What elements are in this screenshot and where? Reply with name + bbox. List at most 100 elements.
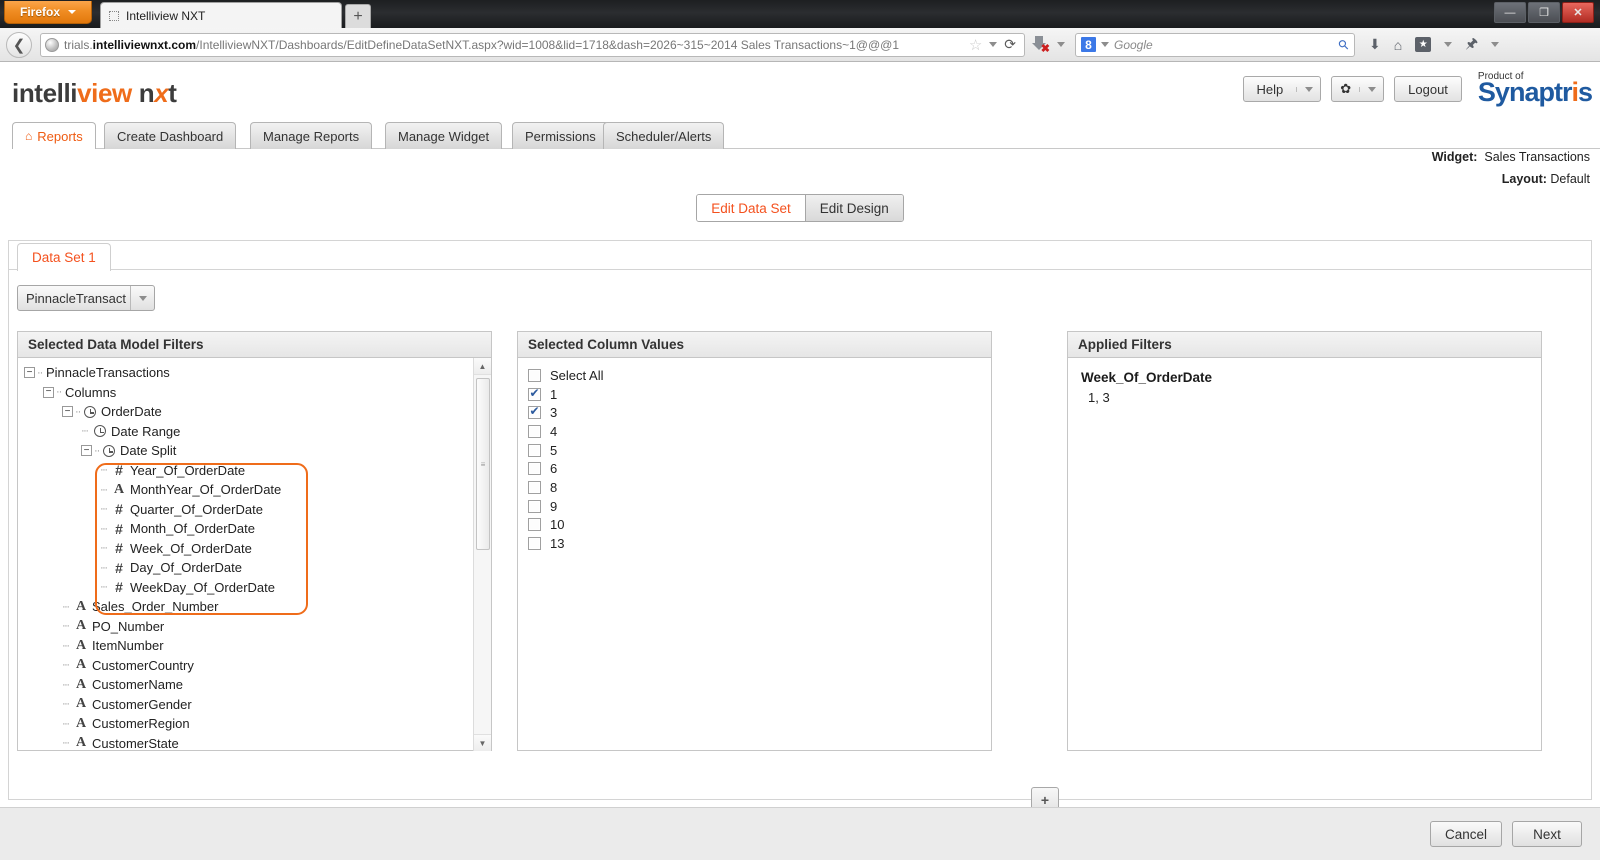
logout-button[interactable]: Logout [1394,76,1462,102]
tree-node-label: OrderDate [101,404,162,419]
tree-node[interactable]: ···ACustomerName [24,675,472,695]
column-value-row[interactable]: 8 [528,478,991,497]
checkbox[interactable] [528,518,541,531]
checkbox[interactable] [528,406,541,419]
tree-node[interactable]: ···AMonthYear_Of_OrderDate [24,480,472,500]
bookmark-star-icon[interactable]: ☆ [969,36,982,54]
download-dropdown-icon[interactable] [1057,42,1065,47]
tab-permissions[interactable]: Permissions [512,122,609,149]
tree-node[interactable]: ···ACustomerRegion [24,714,472,734]
alpha-icon: A [75,735,87,751]
next-button[interactable]: Next [1512,821,1582,847]
bookmarks-icon[interactable]: ★ [1415,37,1431,52]
chevron-down-icon[interactable] [989,42,997,47]
tree-node[interactable]: ···#Quarter_Of_OrderDate [24,500,472,520]
settings-button[interactable]: ✿ [1331,76,1384,102]
tree-expander-icon[interactable]: − [81,445,92,456]
scrollbar-thumb[interactable]: ≡ [476,378,490,550]
tab-data-set-1[interactable]: Data Set 1 [17,243,111,271]
tree-expander-icon[interactable]: − [62,406,73,417]
column-value-row[interactable]: 5 [528,441,991,460]
browser-tab[interactable]: Intelliview NXT [100,2,342,28]
tree-node[interactable]: ···ASales_Order_Number [24,597,472,617]
tab-create-dashboard[interactable]: Create Dashboard [104,122,236,149]
scroll-up-icon[interactable]: ▲ [474,358,491,375]
chevron-down-icon[interactable] [1359,87,1383,92]
data-model-tree: −··PinnacleTransactions−··Columns−··Orde… [18,358,472,751]
tree-node[interactable]: ···ACustomerCountry [24,656,472,676]
tree-node-label: ItemNumber [92,638,164,653]
home-icon[interactable]: ⌂ [1394,37,1402,53]
restore-button[interactable]: ❐ [1528,2,1560,23]
column-value-row[interactable]: 9 [528,497,991,516]
edit-data-set-button[interactable]: Edit Data Set [697,195,805,221]
chevron-down-icon[interactable] [1296,87,1320,92]
chevron-down-icon[interactable] [130,286,154,310]
search-engine-chevron-icon[interactable] [1101,42,1109,47]
search-icon[interactable]: ⚲ [1335,35,1353,53]
tab-label: Permissions [525,129,596,144]
tree-node[interactable]: ···#Year_Of_OrderDate [24,461,472,481]
clock-icon [84,406,96,418]
checkbox[interactable] [528,444,541,457]
checkbox[interactable] [528,500,541,513]
checkbox[interactable] [528,537,541,550]
scroll-down-icon[interactable]: ▼ [474,734,491,751]
downloads-icon[interactable]: ⬇ [1369,36,1381,53]
checkbox[interactable] [528,481,541,494]
tree-node[interactable]: ···ACustomerGender [24,695,472,715]
tab-label: Create Dashboard [117,129,223,144]
checkbox[interactable] [528,425,541,438]
address-bar[interactable]: trials.intelliviewnxt.com/IntelliviewNXT… [40,33,1025,57]
search-bar[interactable]: 8 Google ⚲ [1075,33,1355,57]
column-value-row[interactable]: Select All [528,366,991,385]
help-button[interactable]: Help [1243,76,1322,102]
column-value-row[interactable]: 3 [528,403,991,422]
column-value-row[interactable]: 6 [528,459,991,478]
edit-design-button[interactable]: Edit Design [805,195,903,221]
new-tab-button[interactable]: + [345,4,371,28]
tree-expander-icon[interactable]: − [24,367,35,378]
tab-reports[interactable]: ⌂Reports [12,122,96,149]
tree-node[interactable]: ···#Month_Of_OrderDate [24,519,472,539]
tree-node[interactable]: ···#Week_Of_OrderDate [24,539,472,559]
checkbox[interactable] [528,462,541,475]
tree-node[interactable]: ···AItemNumber [24,636,472,656]
minimize-button[interactable]: — [1494,2,1526,23]
bookmarks-chevron-icon[interactable] [1444,42,1452,47]
addon-icon[interactable]: 🖈 [1465,33,1478,57]
checkbox[interactable] [528,388,541,401]
hash-icon: # [113,521,125,537]
tree-node[interactable]: ···ACustomerState [24,734,472,752]
back-button-icon[interactable]: ❮ [6,32,32,58]
column-value-label: 5 [550,443,557,458]
column-value-row[interactable]: 1 [528,385,991,404]
column-value-row[interactable]: 13 [528,534,991,553]
toolbar-overflow-chevron-icon[interactable] [1491,42,1499,47]
tree-node[interactable]: ···Date Range [24,422,472,442]
firefox-menu-button[interactable]: Firefox [4,1,92,24]
tree-connector: ·· [94,445,103,457]
tree-leaf-connector: ··· [62,737,75,749]
column-value-row[interactable]: 4 [528,422,991,441]
tree-node[interactable]: ···APO_Number [24,617,472,637]
tree-node[interactable]: −··PinnacleTransactions [24,363,472,383]
checkbox[interactable] [528,369,541,382]
tree-node[interactable]: −··Columns [24,383,472,403]
tree-expander-icon[interactable]: − [43,387,54,398]
column-value-row[interactable]: 10 [528,516,991,535]
tab-manage-widget[interactable]: Manage Widget [385,122,502,149]
cancel-button[interactable]: Cancel [1430,821,1502,847]
reload-icon[interactable]: ⟳ [1004,36,1016,53]
tree-connector: ·· [75,406,84,418]
tree-node[interactable]: −··Date Split [24,441,472,461]
data-source-dropdown[interactable]: PinnacleTransact [17,285,155,311]
tree-scrollbar[interactable]: ▲ ≡ ▼ [473,358,491,751]
close-button[interactable]: ✕ [1562,2,1594,23]
tree-node[interactable]: ···#WeekDay_Of_OrderDate [24,578,472,598]
tree-node[interactable]: ···#Day_Of_OrderDate [24,558,472,578]
tree-node[interactable]: −·· OrderDate [24,402,472,422]
tab-manage-reports[interactable]: Manage Reports [250,122,372,149]
tab-scheduler-alerts[interactable]: Scheduler/Alerts [603,122,724,149]
download-stop-icon[interactable]: ✖ [1031,35,1049,55]
